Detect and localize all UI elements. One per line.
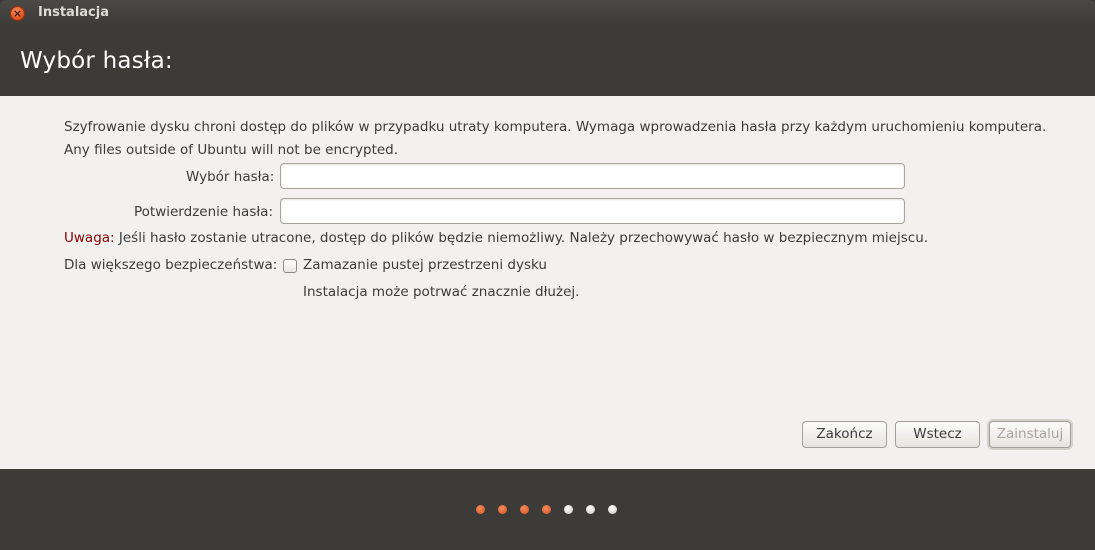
- progress-dots: [476, 505, 617, 514]
- quit-button[interactable]: Zakończ: [802, 421, 887, 448]
- progress-dot: [608, 505, 617, 514]
- description-line-1: Szyfrowanie dysku chroni dostęp do plikó…: [64, 119, 1047, 135]
- progress-dot: [476, 505, 485, 514]
- progress-dot: [542, 505, 551, 514]
- close-icon[interactable]: ×: [10, 6, 25, 21]
- confirm-password-label: Potwierdzenie hasła:: [134, 204, 274, 220]
- page-header: Wybór hasła:: [0, 26, 1095, 96]
- progress-footer: [0, 469, 1095, 550]
- password-label: Wybór hasła:: [186, 169, 275, 185]
- progress-dot: [564, 505, 573, 514]
- window-title: Instalacja: [38, 5, 109, 20]
- main-content: Szyfrowanie dysku chroni dostęp do plikó…: [0, 96, 1095, 469]
- progress-dot: [498, 505, 507, 514]
- back-button[interactable]: Wstecz: [895, 421, 980, 448]
- page-title: Wybór hasła:: [20, 48, 173, 74]
- window-titlebar: × Instalacja: [0, 0, 1095, 26]
- progress-dot: [520, 505, 529, 514]
- warning-label: Uwaga:: [64, 230, 115, 246]
- warning-text: Jeśli hasło zostanie utracone, dostęp do…: [114, 230, 929, 246]
- install-button[interactable]: Zainstaluj: [989, 421, 1071, 448]
- confirm-password-input[interactable]: [280, 198, 905, 224]
- description: Szyfrowanie dysku chroni dostęp do plikó…: [64, 116, 1046, 162]
- overwrite-hint: Instalacja może potrwać znacznie dłużej.: [303, 284, 580, 300]
- security-label: Dla większego bezpieczeństwa:: [64, 257, 278, 273]
- description-line-2: Any files outside of Ubuntu will not be …: [64, 142, 399, 158]
- overwrite-empty-space-checkbox[interactable]: [283, 259, 297, 273]
- warning-message: Uwaga: Jeśli hasło zostanie utracone, do…: [64, 230, 928, 246]
- progress-dot: [586, 505, 595, 514]
- overwrite-empty-space-label[interactable]: Zamazanie pustej przestrzeni dysku: [303, 257, 547, 273]
- password-input[interactable]: [280, 163, 905, 189]
